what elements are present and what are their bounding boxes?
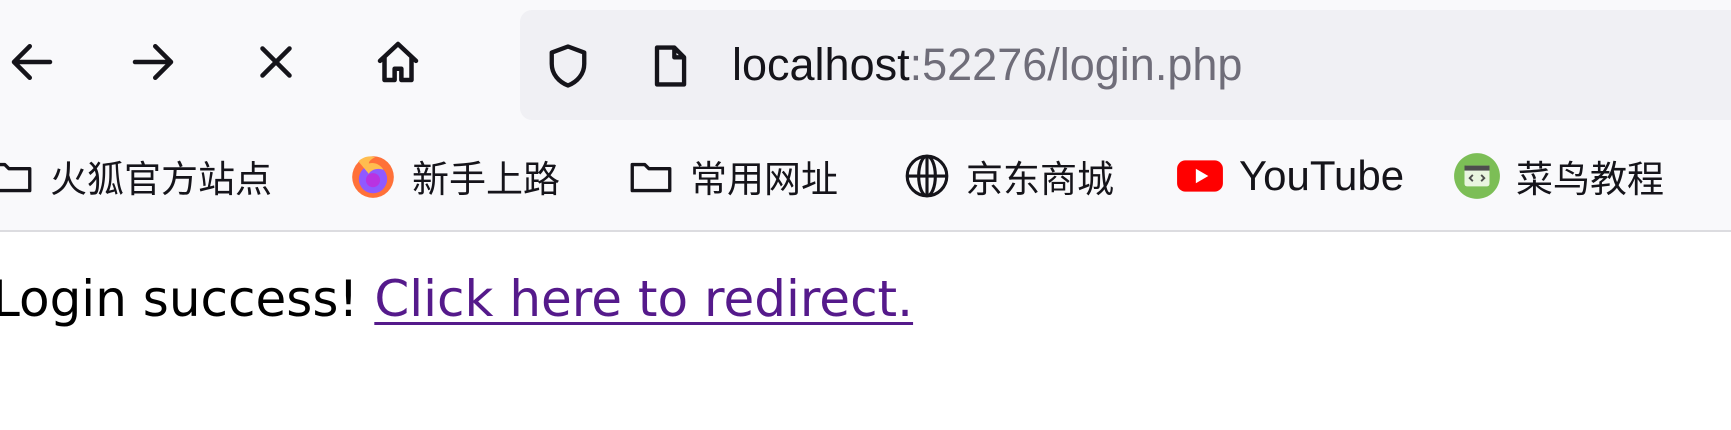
home-icon xyxy=(377,41,419,83)
arrow-left-icon xyxy=(11,44,53,80)
home-button[interactable] xyxy=(360,24,436,100)
bookmark-youtube[interactable]: YouTube xyxy=(1175,142,1404,210)
forward-button[interactable] xyxy=(115,24,191,100)
bookmark-label: 京东商城 xyxy=(966,158,1114,201)
page-content: Login success! Click here to redirect. xyxy=(0,234,1731,430)
folder-icon xyxy=(626,151,676,201)
browser-window: localhost:52276/login.php 火狐官方站点 新手上路 常… xyxy=(0,0,1731,430)
bookmark-label: YouTube xyxy=(1239,152,1405,199)
page-icon xyxy=(654,45,687,87)
bookmark-label: 新手上路 xyxy=(412,158,560,201)
stop-loading-button[interactable] xyxy=(238,24,314,100)
url-text[interactable]: localhost:52276/login.php xyxy=(732,10,1731,120)
youtube-icon xyxy=(1175,151,1225,201)
address-bar[interactable]: localhost:52276/login.php xyxy=(520,10,1731,120)
arrow-right-icon xyxy=(132,44,174,80)
runoob-icon xyxy=(1452,151,1502,201)
bookmark-firefox-official-sites[interactable]: 火狐官方站点 xyxy=(0,142,272,210)
bookmark-label: 常用网址 xyxy=(690,158,838,201)
tracking-protection-button[interactable] xyxy=(536,34,600,98)
back-button[interactable] xyxy=(0,24,70,100)
globe-icon xyxy=(902,151,952,201)
bookmark-runoob[interactable]: 菜鸟教程 xyxy=(1452,142,1664,210)
firefox-icon xyxy=(348,151,398,201)
navigation-toolbar: localhost:52276/login.php xyxy=(0,0,1731,124)
redirect-link[interactable]: Click here to redirect. xyxy=(374,270,913,328)
bookmarks-toolbar: 火狐官方站点 新手上路 常用网址 京东商城 YouTube 菜鸟教程 xyxy=(0,124,1731,232)
url-host: localhost xyxy=(732,39,910,90)
login-success-text: Login success! xyxy=(0,270,375,328)
bookmark-common-sites[interactable]: 常用网址 xyxy=(626,142,838,210)
login-message: Login success! Click here to redirect. xyxy=(0,270,913,328)
close-icon xyxy=(260,46,292,78)
shield-icon xyxy=(549,44,587,88)
bookmark-jd[interactable]: 京东商城 xyxy=(902,142,1114,210)
bookmark-getting-started[interactable]: 新手上路 xyxy=(348,142,560,210)
folder-icon xyxy=(0,151,36,201)
site-info-button[interactable] xyxy=(638,34,702,98)
bookmark-label: 火狐官方站点 xyxy=(50,158,272,201)
url-path: :52276/login.php xyxy=(909,39,1243,90)
bookmark-label: 菜鸟教程 xyxy=(1516,158,1664,201)
